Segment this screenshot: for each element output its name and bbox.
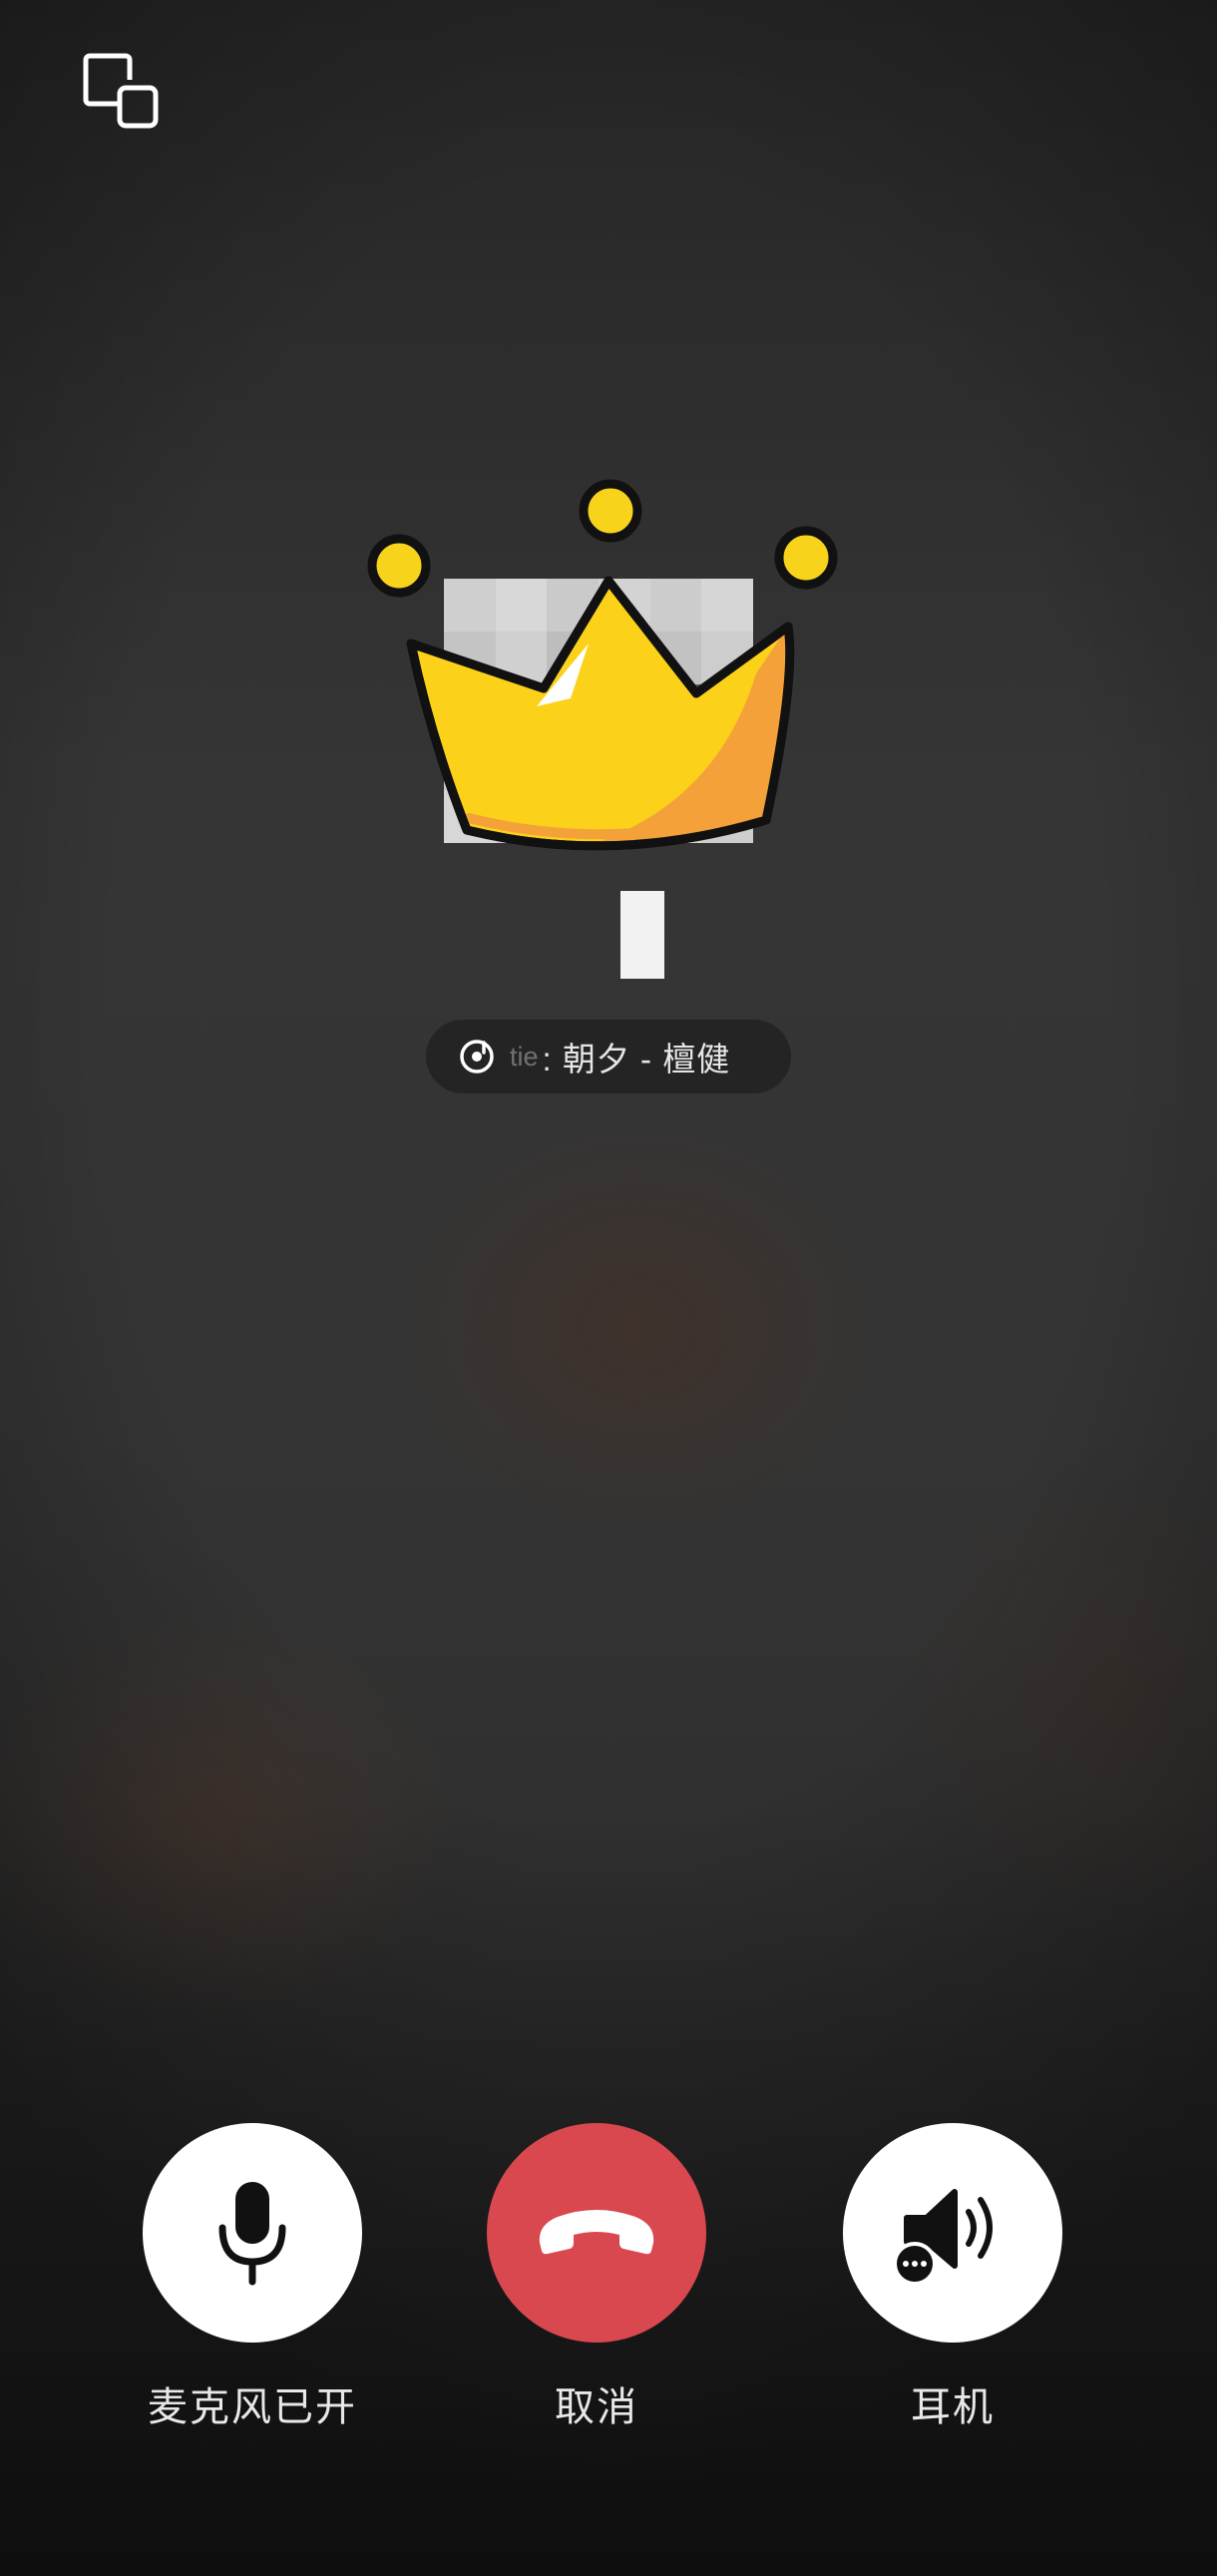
earpiece-label: 耳机 bbox=[911, 2385, 995, 2429]
music-prefix: tie bbox=[510, 1041, 539, 1072]
caller-name-redacted bbox=[620, 891, 664, 979]
mic-label: 麦克风已开 bbox=[148, 2385, 357, 2429]
ringtone-music-pill[interactable]: tie : 朝夕 - 檀健 bbox=[426, 1020, 791, 1093]
earpiece-control: 耳机 bbox=[843, 2123, 1062, 2432]
floating-window-icon bbox=[83, 53, 159, 129]
music-disc-icon bbox=[460, 1040, 494, 1073]
speaker-earpiece-icon bbox=[893, 2189, 993, 2286]
music-title: : 朝夕 - 檀健 bbox=[542, 1041, 731, 1077]
earpiece-button[interactable] bbox=[843, 2123, 1062, 2343]
cancel-control: 取消 bbox=[487, 2123, 706, 2432]
hang-up-icon bbox=[539, 2210, 654, 2255]
mic-button[interactable] bbox=[143, 2123, 362, 2343]
crown-icon bbox=[367, 479, 838, 851]
floating-window-button[interactable] bbox=[82, 52, 160, 130]
microphone-icon bbox=[218, 2182, 286, 2286]
mic-control: 麦克风已开 bbox=[143, 2123, 362, 2432]
cancel-label: 取消 bbox=[555, 2385, 638, 2429]
caller-avatar bbox=[359, 469, 858, 888]
cancel-call-button[interactable] bbox=[487, 2123, 706, 2343]
